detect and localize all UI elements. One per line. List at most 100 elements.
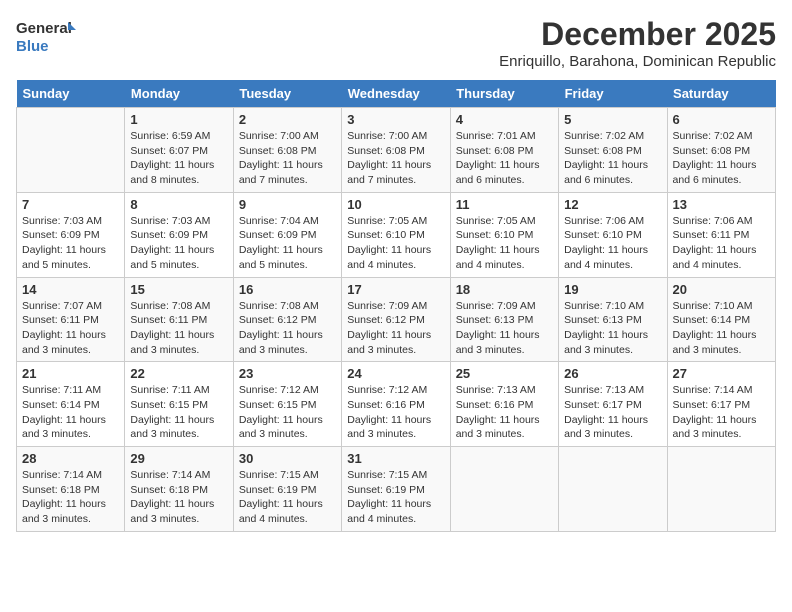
day-number: 14 xyxy=(22,282,119,297)
day-info: Sunrise: 7:04 AMSunset: 6:09 PMDaylight:… xyxy=(239,214,336,273)
calendar-cell: 7 Sunrise: 7:03 AMSunset: 6:09 PMDayligh… xyxy=(17,192,125,277)
day-info: Sunrise: 7:02 AMSunset: 6:08 PMDaylight:… xyxy=(564,129,661,188)
day-number: 8 xyxy=(130,197,227,212)
page-subtitle: Enriquillo, Barahona, Dominican Republic xyxy=(499,53,776,70)
day-info: Sunrise: 7:12 AMSunset: 6:15 PMDaylight:… xyxy=(239,383,336,442)
day-number: 6 xyxy=(673,112,770,127)
day-info: Sunrise: 7:10 AMSunset: 6:14 PMDaylight:… xyxy=(673,299,770,358)
day-info: Sunrise: 7:09 AMSunset: 6:13 PMDaylight:… xyxy=(456,299,553,358)
day-number: 3 xyxy=(347,112,444,127)
day-number: 13 xyxy=(673,197,770,212)
day-info: Sunrise: 7:03 AMSunset: 6:09 PMDaylight:… xyxy=(22,214,119,273)
day-number: 20 xyxy=(673,282,770,297)
day-info: Sunrise: 7:13 AMSunset: 6:17 PMDaylight:… xyxy=(564,383,661,442)
calendar-cell: 13 Sunrise: 7:06 AMSunset: 6:11 PMDaylig… xyxy=(667,192,775,277)
calendar-cell xyxy=(667,447,775,532)
logo: General Blue xyxy=(16,16,76,60)
day-info: Sunrise: 7:14 AMSunset: 6:18 PMDaylight:… xyxy=(22,468,119,527)
day-number: 15 xyxy=(130,282,227,297)
day-info: Sunrise: 7:05 AMSunset: 6:10 PMDaylight:… xyxy=(347,214,444,273)
calendar-cell xyxy=(17,108,125,193)
svg-text:General: General xyxy=(16,20,72,37)
header: General Blue December 2025 Enriquillo, B… xyxy=(16,16,776,70)
calendar-cell xyxy=(559,447,667,532)
calendar-cell: 10 Sunrise: 7:05 AMSunset: 6:10 PMDaylig… xyxy=(342,192,450,277)
day-info: Sunrise: 7:05 AMSunset: 6:10 PMDaylight:… xyxy=(456,214,553,273)
day-number: 2 xyxy=(239,112,336,127)
calendar-cell: 3 Sunrise: 7:00 AMSunset: 6:08 PMDayligh… xyxy=(342,108,450,193)
day-info: Sunrise: 7:08 AMSunset: 6:11 PMDaylight:… xyxy=(130,299,227,358)
calendar-header-tuesday: Tuesday xyxy=(233,80,341,108)
calendar-cell: 29 Sunrise: 7:14 AMSunset: 6:18 PMDaylig… xyxy=(125,447,233,532)
day-number: 29 xyxy=(130,451,227,466)
calendar-cell: 31 Sunrise: 7:15 AMSunset: 6:19 PMDaylig… xyxy=(342,447,450,532)
calendar-header-saturday: Saturday xyxy=(667,80,775,108)
calendar-cell: 2 Sunrise: 7:00 AMSunset: 6:08 PMDayligh… xyxy=(233,108,341,193)
calendar-cell: 4 Sunrise: 7:01 AMSunset: 6:08 PMDayligh… xyxy=(450,108,558,193)
calendar-cell: 18 Sunrise: 7:09 AMSunset: 6:13 PMDaylig… xyxy=(450,277,558,362)
calendar-cell: 21 Sunrise: 7:11 AMSunset: 6:14 PMDaylig… xyxy=(17,362,125,447)
day-number: 16 xyxy=(239,282,336,297)
calendar-cell: 25 Sunrise: 7:13 AMSunset: 6:16 PMDaylig… xyxy=(450,362,558,447)
day-number: 12 xyxy=(564,197,661,212)
day-info: Sunrise: 7:14 AMSunset: 6:17 PMDaylight:… xyxy=(673,383,770,442)
calendar-cell: 6 Sunrise: 7:02 AMSunset: 6:08 PMDayligh… xyxy=(667,108,775,193)
calendar-cell: 22 Sunrise: 7:11 AMSunset: 6:15 PMDaylig… xyxy=(125,362,233,447)
day-info: Sunrise: 7:10 AMSunset: 6:13 PMDaylight:… xyxy=(564,299,661,358)
calendar-cell: 17 Sunrise: 7:09 AMSunset: 6:12 PMDaylig… xyxy=(342,277,450,362)
day-info: Sunrise: 7:15 AMSunset: 6:19 PMDaylight:… xyxy=(239,468,336,527)
calendar-cell xyxy=(450,447,558,532)
calendar-cell: 19 Sunrise: 7:10 AMSunset: 6:13 PMDaylig… xyxy=(559,277,667,362)
calendar-cell: 23 Sunrise: 7:12 AMSunset: 6:15 PMDaylig… xyxy=(233,362,341,447)
day-info: Sunrise: 7:11 AMSunset: 6:14 PMDaylight:… xyxy=(22,383,119,442)
day-info: Sunrise: 7:12 AMSunset: 6:16 PMDaylight:… xyxy=(347,383,444,442)
day-number: 21 xyxy=(22,366,119,381)
day-info: Sunrise: 7:00 AMSunset: 6:08 PMDaylight:… xyxy=(239,129,336,188)
day-number: 4 xyxy=(456,112,553,127)
day-info: Sunrise: 7:07 AMSunset: 6:11 PMDaylight:… xyxy=(22,299,119,358)
logo-svg: General Blue xyxy=(16,16,76,60)
calendar-cell: 1 Sunrise: 6:59 AMSunset: 6:07 PMDayligh… xyxy=(125,108,233,193)
day-number: 9 xyxy=(239,197,336,212)
day-info: Sunrise: 7:01 AMSunset: 6:08 PMDaylight:… xyxy=(456,129,553,188)
day-number: 28 xyxy=(22,451,119,466)
day-number: 23 xyxy=(239,366,336,381)
day-number: 5 xyxy=(564,112,661,127)
calendar-cell: 27 Sunrise: 7:14 AMSunset: 6:17 PMDaylig… xyxy=(667,362,775,447)
page-title: December 2025 xyxy=(499,16,776,53)
day-info: Sunrise: 7:15 AMSunset: 6:19 PMDaylight:… xyxy=(347,468,444,527)
day-number: 17 xyxy=(347,282,444,297)
day-number: 10 xyxy=(347,197,444,212)
day-info: Sunrise: 7:13 AMSunset: 6:16 PMDaylight:… xyxy=(456,383,553,442)
calendar-header-monday: Monday xyxy=(125,80,233,108)
calendar-header-friday: Friday xyxy=(559,80,667,108)
day-number: 1 xyxy=(130,112,227,127)
calendar-cell: 20 Sunrise: 7:10 AMSunset: 6:14 PMDaylig… xyxy=(667,277,775,362)
calendar-cell: 14 Sunrise: 7:07 AMSunset: 6:11 PMDaylig… xyxy=(17,277,125,362)
calendar-cell: 16 Sunrise: 7:08 AMSunset: 6:12 PMDaylig… xyxy=(233,277,341,362)
calendar-table: SundayMondayTuesdayWednesdayThursdayFrid… xyxy=(16,80,776,532)
day-number: 31 xyxy=(347,451,444,466)
calendar-cell: 5 Sunrise: 7:02 AMSunset: 6:08 PMDayligh… xyxy=(559,108,667,193)
calendar-cell: 9 Sunrise: 7:04 AMSunset: 6:09 PMDayligh… xyxy=(233,192,341,277)
day-number: 19 xyxy=(564,282,661,297)
day-info: Sunrise: 7:06 AMSunset: 6:10 PMDaylight:… xyxy=(564,214,661,273)
calendar-header-sunday: Sunday xyxy=(17,80,125,108)
day-number: 22 xyxy=(130,366,227,381)
day-number: 7 xyxy=(22,197,119,212)
calendar-header-wednesday: Wednesday xyxy=(342,80,450,108)
day-info: Sunrise: 7:06 AMSunset: 6:11 PMDaylight:… xyxy=(673,214,770,273)
day-number: 24 xyxy=(347,366,444,381)
calendar-cell: 11 Sunrise: 7:05 AMSunset: 6:10 PMDaylig… xyxy=(450,192,558,277)
calendar-cell: 26 Sunrise: 7:13 AMSunset: 6:17 PMDaylig… xyxy=(559,362,667,447)
svg-text:Blue: Blue xyxy=(16,38,49,55)
day-number: 25 xyxy=(456,366,553,381)
day-number: 11 xyxy=(456,197,553,212)
day-number: 30 xyxy=(239,451,336,466)
day-info: Sunrise: 7:00 AMSunset: 6:08 PMDaylight:… xyxy=(347,129,444,188)
day-info: Sunrise: 6:59 AMSunset: 6:07 PMDaylight:… xyxy=(130,129,227,188)
day-info: Sunrise: 7:03 AMSunset: 6:09 PMDaylight:… xyxy=(130,214,227,273)
day-info: Sunrise: 7:09 AMSunset: 6:12 PMDaylight:… xyxy=(347,299,444,358)
calendar-cell: 15 Sunrise: 7:08 AMSunset: 6:11 PMDaylig… xyxy=(125,277,233,362)
calendar-cell: 8 Sunrise: 7:03 AMSunset: 6:09 PMDayligh… xyxy=(125,192,233,277)
